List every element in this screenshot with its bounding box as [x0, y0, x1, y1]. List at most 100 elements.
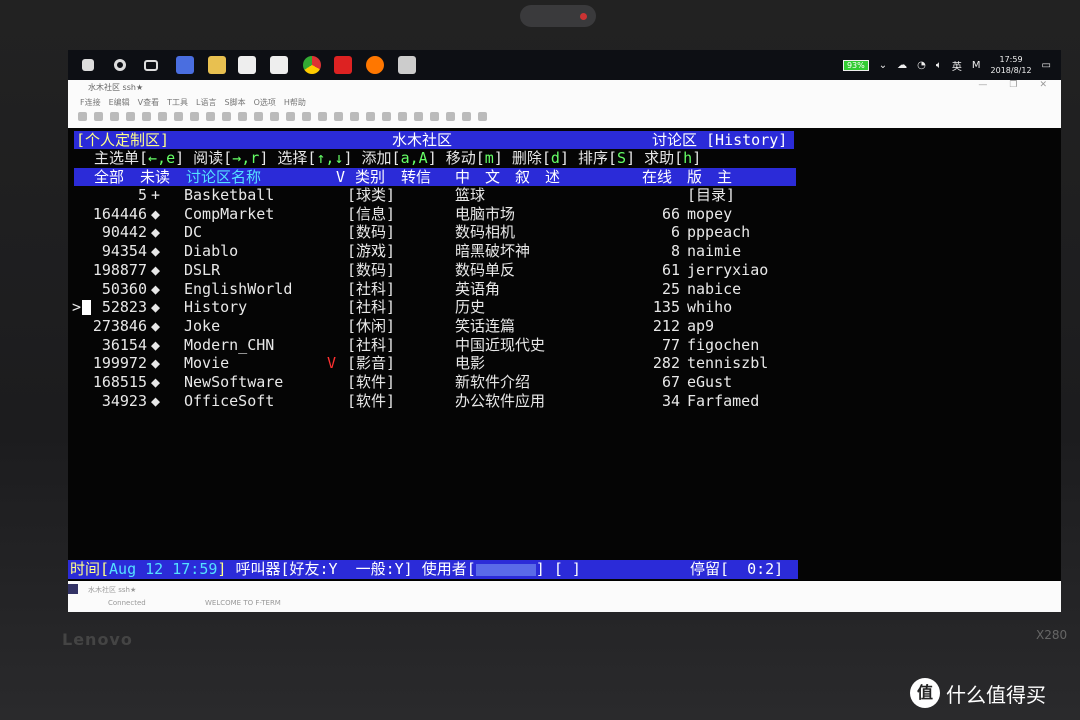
row-category: [社科]: [347, 298, 396, 317]
toolbar-button[interactable]: [462, 112, 471, 121]
row-moderator: figochen: [687, 335, 760, 354]
menu-item[interactable]: H帮助: [284, 97, 306, 108]
battery-indicator[interactable]: 93%: [842, 59, 869, 71]
toolbar-button[interactable]: [254, 112, 263, 121]
toolbar-button[interactable]: [142, 112, 151, 121]
maximize-button[interactable]: ❐: [1009, 80, 1017, 90]
help-key: ↑,↓: [316, 149, 344, 167]
onedrive-icon[interactable]: ☁: [897, 60, 907, 71]
row-moderator: [目录]: [687, 186, 736, 204]
row-mark: ◆: [151, 242, 161, 261]
menu-item[interactable]: L语言: [196, 97, 216, 108]
help-key: →,r: [232, 149, 260, 167]
row-online: 66: [661, 204, 680, 223]
system-tray: 93% ⌄ ☁ ◔ 🔈︎ 英 M 17:59 2018/8/12 ▭: [842, 54, 1051, 76]
row-count: 52823: [101, 298, 147, 317]
session-icon: [68, 584, 78, 594]
toolbar-button[interactable]: [222, 112, 231, 121]
menu-item[interactable]: E编辑: [109, 97, 130, 108]
row-desc: 办公软件应用: [455, 391, 546, 410]
toolbar-button[interactable]: [158, 112, 167, 121]
row-name: Movie: [184, 354, 230, 373]
clock-time: 17:59: [999, 55, 1023, 64]
mail-icon[interactable]: [270, 56, 288, 74]
toolbar-button[interactable]: [446, 112, 455, 121]
toolbar-button[interactable]: [78, 112, 87, 121]
menu-item[interactable]: T工具: [167, 97, 188, 108]
row-moderator: nabice: [687, 279, 742, 298]
firefox-icon[interactable]: [366, 56, 384, 74]
toolbar-button[interactable]: [286, 112, 295, 121]
toolbar-button[interactable]: [318, 112, 327, 121]
row-name: Diablo: [184, 242, 239, 261]
fterm-icon[interactable]: [398, 56, 416, 74]
netease-music-icon[interactable]: [334, 56, 352, 74]
task-view-icon[interactable]: [144, 60, 158, 71]
help-label: 求助[: [635, 149, 684, 167]
row-online: 77: [661, 335, 680, 354]
file-explorer-icon[interactable]: [208, 56, 226, 74]
toolbar-button[interactable]: [350, 112, 359, 121]
row-desc: 历史: [455, 298, 486, 317]
row-name: OfficeSoft: [184, 391, 275, 410]
ime-indicator[interactable]: 英: [952, 58, 962, 73]
row-category: [社科]: [347, 335, 396, 354]
chrome-icon[interactable]: [303, 56, 321, 74]
taskbar: 93% ⌄ ☁ ◔ 🔈︎ 英 M 17:59 2018/8/12 ▭: [68, 50, 1061, 80]
toolbar-button[interactable]: [270, 112, 279, 121]
menu-bar: F连接 E编辑 V查看 T工具 L语言 S脚本 O选项 H帮助: [80, 97, 306, 108]
toolbar-button[interactable]: [414, 112, 423, 121]
col-forward: 转信: [401, 168, 432, 186]
toolbar-button[interactable]: [478, 112, 487, 121]
row-desc: 电脑市场: [455, 204, 516, 223]
cortana-icon[interactable]: [114, 59, 126, 71]
row-count: 168515: [92, 373, 147, 391]
toolbar-button[interactable]: [174, 112, 183, 121]
minimize-button[interactable]: —: [978, 80, 987, 90]
help-key: d: [550, 149, 560, 167]
notification-icon[interactable]: ▭: [1042, 60, 1051, 71]
toolbar-button[interactable]: [302, 112, 311, 121]
close-button[interactable]: ✕: [1039, 80, 1047, 90]
toolbar-button[interactable]: [398, 112, 407, 121]
row-mark: ◆: [151, 279, 161, 298]
store-icon[interactable]: [238, 56, 256, 74]
row-mark: ◆: [151, 373, 161, 391]
row-name: Basketball: [184, 186, 275, 204]
row-mark: ◆: [151, 298, 161, 317]
toolbar-button[interactable]: [430, 112, 439, 121]
status-time-label: 时间[: [70, 560, 110, 578]
row-moderator: tenniszbl: [687, 354, 769, 373]
status-pager: 呼叫器[好友:Y 一般:Y] 使用者[: [226, 560, 476, 578]
col-name: 讨论区名称: [186, 168, 262, 186]
toolbar-button[interactable]: [382, 112, 391, 121]
menu-item[interactable]: F连接: [80, 97, 101, 108]
toolbar-button[interactable]: [190, 112, 199, 121]
terminal[interactable]: [个人定制区] 水木社区 讨论区 [History] 主选单[←,e] 阅读[→…: [68, 128, 1061, 580]
toolbar-button[interactable]: [334, 112, 343, 121]
save-app-icon[interactable]: [176, 56, 194, 74]
wifi-icon[interactable]: ◔: [917, 60, 926, 71]
toolbar-button[interactable]: [238, 112, 247, 121]
row-count: 50360: [101, 279, 147, 298]
chevron-up-icon[interactable]: ⌄: [879, 60, 887, 71]
menu-item[interactable]: V查看: [138, 97, 159, 108]
clock[interactable]: 17:59 2018/8/12: [991, 54, 1032, 76]
session-tab[interactable]: 水木社区 ssh★: [88, 585, 136, 595]
ime-mode-icon[interactable]: M: [972, 60, 981, 71]
toolbar-button[interactable]: [366, 112, 375, 121]
help-key: m: [484, 149, 494, 167]
toolbar-button[interactable]: [206, 112, 215, 121]
row-moderator: mopey: [687, 204, 733, 223]
status-bar: 时间[Aug 12 17:59] 呼叫器[好友:Y 一般:Y] 使用者[] [ …: [68, 560, 798, 579]
start-icon[interactable]: [82, 59, 94, 71]
col-v: V: [336, 168, 346, 186]
row-category: [游戏]: [347, 242, 396, 261]
volume-icon[interactable]: 🔈︎: [936, 60, 942, 71]
row-moderator: naimie: [687, 242, 742, 261]
menu-item[interactable]: O选项: [254, 97, 276, 108]
toolbar-button[interactable]: [94, 112, 103, 121]
toolbar-button[interactable]: [110, 112, 119, 121]
toolbar-button[interactable]: [126, 112, 135, 121]
menu-item[interactable]: S脚本: [225, 97, 246, 108]
